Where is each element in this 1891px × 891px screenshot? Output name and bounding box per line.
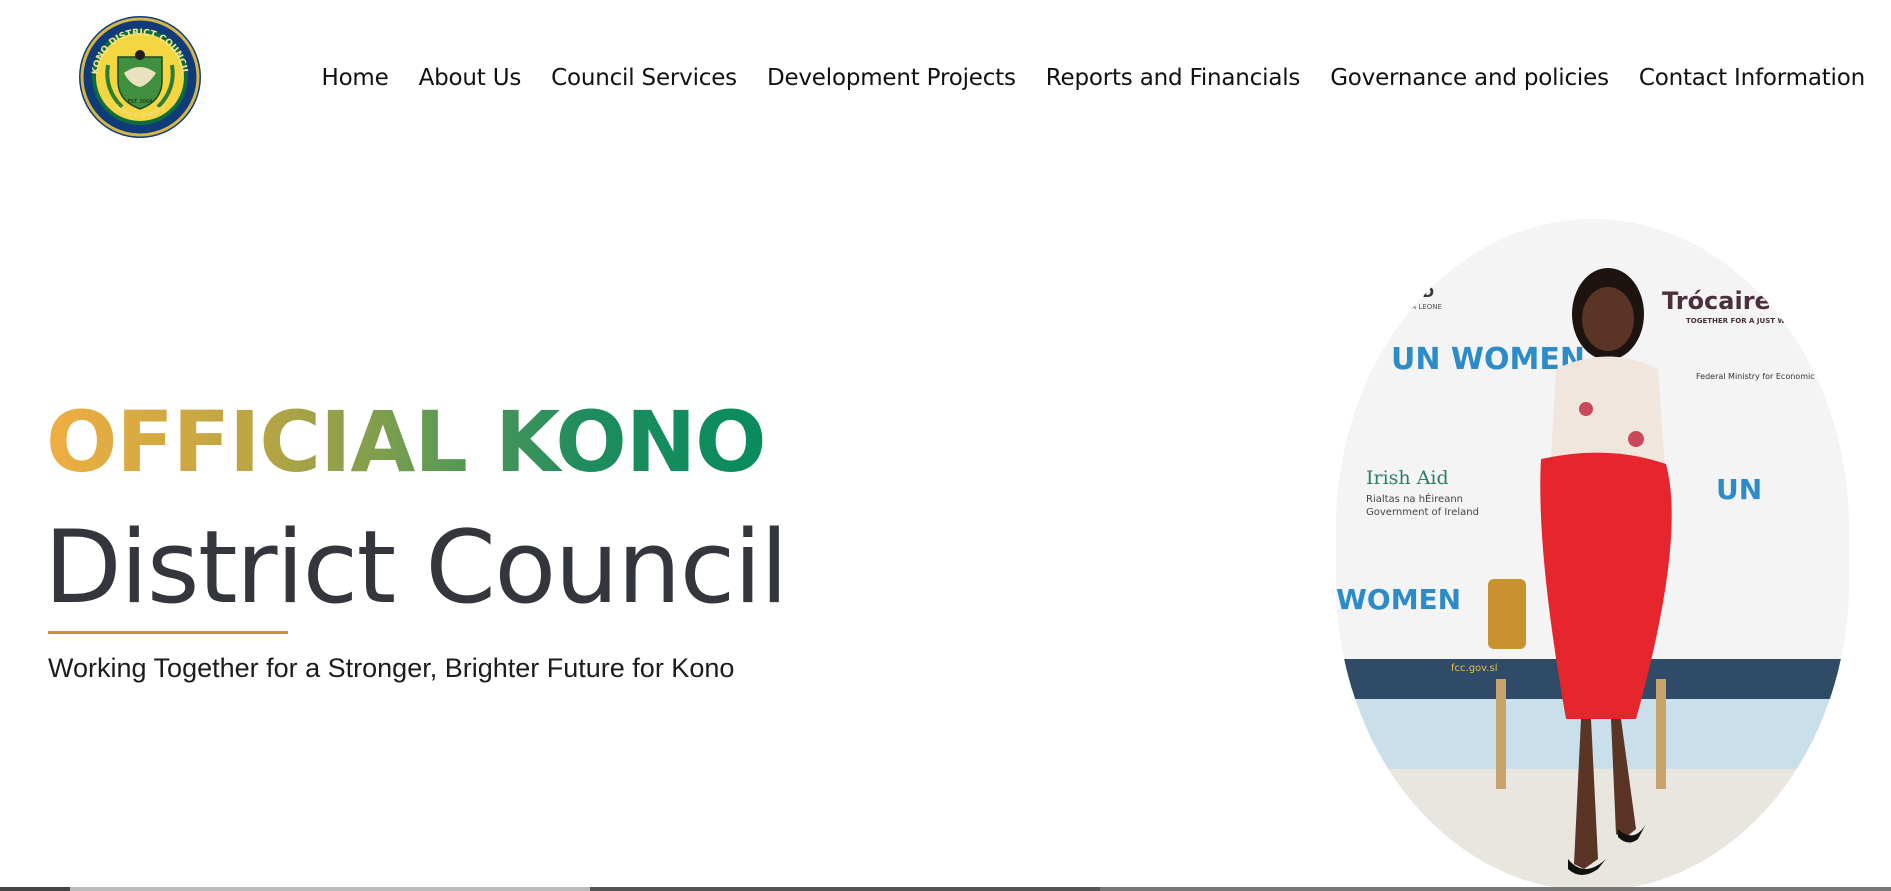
backdrop-send: SEND [1391, 285, 1434, 301]
nav-development-projects[interactable]: Development Projects [767, 65, 1016, 91]
hero-title-official: OFFICIAL KONO [46, 393, 767, 491]
backdrop-bmz: Federal Ministry for Economic Cooperatio… [1696, 372, 1849, 381]
backdrop-rialtas: Rialtas na hÉireann [1366, 492, 1463, 505]
council-logo[interactable]: KONO DISTRICT COUNCIL EST. 2004 Unwin in… [78, 15, 202, 139]
nav-governance-policies[interactable]: Governance and policies [1330, 65, 1609, 91]
hero-photo: SEND SIERRA LEONE Trócaire TOGETHER FOR … [1336, 219, 1849, 891]
backdrop-irish-aid: Irish Aid [1366, 467, 1449, 489]
backdrop-government-ireland: Government of Ireland [1366, 507, 1479, 518]
svg-text:WOMEN: WOMEN [1336, 583, 1461, 616]
hero-title-district: District Council [44, 508, 788, 626]
nav-contact-information[interactable]: Contact Information [1639, 65, 1865, 91]
hero-divider [48, 631, 288, 634]
backdrop-sierra-leone: SIERRA LEONE [1391, 303, 1442, 311]
nav-council-services[interactable]: Council Services [551, 65, 737, 91]
svg-text:UN: UN [1716, 473, 1762, 506]
bottom-scroll-bar [0, 887, 1891, 891]
nav-reports-financials[interactable]: Reports and Financials [1046, 65, 1301, 91]
backdrop-trocaire: Trócaire [1662, 287, 1771, 315]
logo-year: EST. 2004 [128, 99, 153, 105]
backdrop-trocaire-tagline: TOGETHER FOR A JUST WORLD [1686, 317, 1807, 325]
backdrop-fcc: fcc.gov.sl [1451, 663, 1497, 674]
nav-home[interactable]: Home [321, 65, 388, 91]
nav-about-us[interactable]: About Us [419, 65, 522, 91]
main-nav: Home About Us Council Services Developme… [321, 60, 1865, 96]
hero-tagline: Working Together for a Stronger, Brighte… [48, 653, 735, 683]
